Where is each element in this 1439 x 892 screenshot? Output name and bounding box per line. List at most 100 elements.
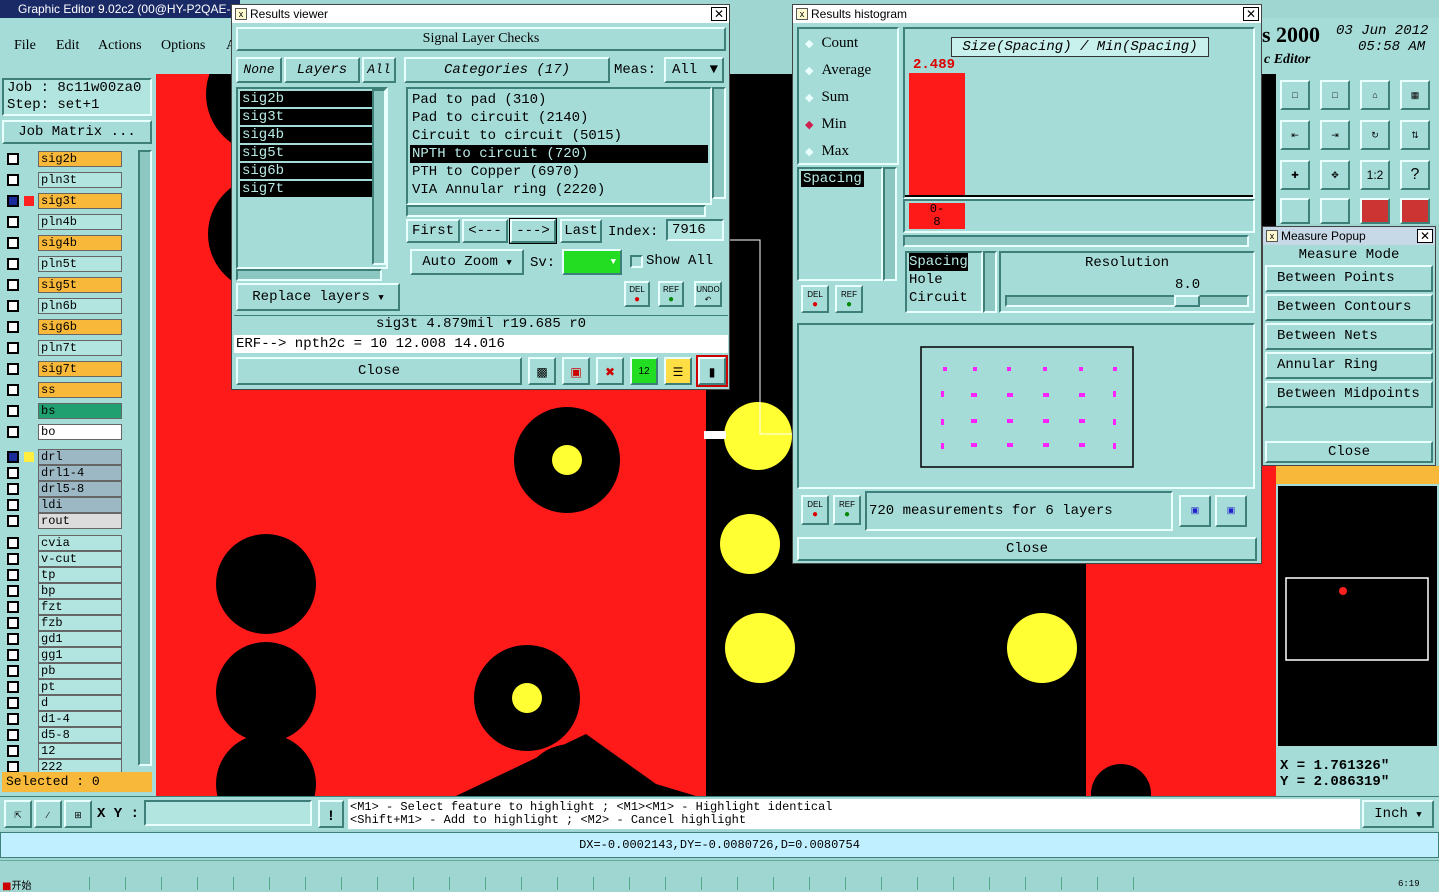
layer-checkbox[interactable] [7, 451, 19, 463]
layer-checkbox[interactable] [7, 713, 19, 725]
layer-row-sig4b[interactable]: sig4b [0, 234, 150, 252]
layer-checkbox[interactable] [7, 195, 19, 207]
toolbar-icon-8[interactable]: ⇅ [1400, 120, 1430, 150]
category-item[interactable]: VIA Annular ring (2220) [410, 181, 708, 199]
layer-name[interactable]: pln4b [38, 214, 122, 230]
hist-del-icon[interactable]: DEL ● [801, 285, 829, 313]
taskbar-app-icon[interactable] [852, 877, 882, 890]
measure-mode-between-contours[interactable]: Between Contours [1265, 294, 1433, 321]
measure-mode-between-midpoints[interactable]: Between Midpoints [1265, 381, 1433, 408]
layer-name[interactable]: d5-8 [38, 727, 122, 743]
resolution-slider[interactable] [1005, 295, 1249, 307]
category-item[interactable]: Pad to pad (310) [410, 91, 708, 109]
layer-checkbox[interactable] [7, 553, 19, 565]
last-button[interactable]: Last [560, 219, 602, 243]
hist-ref-icon[interactable]: REF ● [835, 285, 863, 313]
layer-name[interactable]: pb [38, 663, 122, 679]
toolbar-icon-7[interactable]: ↻ [1360, 120, 1390, 150]
taskbar-app-icon[interactable] [456, 877, 486, 890]
categories-button[interactable]: Categories (17) [404, 57, 610, 83]
scale-icon[interactable]: 12 [630, 357, 658, 385]
items-hscroll[interactable] [406, 205, 706, 217]
taskbar-app-icon[interactable] [924, 877, 954, 890]
taskbar-app-icon[interactable] [132, 877, 162, 890]
taskbar-app-icon[interactable] [1032, 877, 1062, 890]
measure-close-button[interactable]: Close [1265, 441, 1433, 463]
next-button[interactable]: ---> [509, 218, 557, 244]
erf-icon[interactable]: ✖ [596, 357, 624, 385]
layer-row-ss[interactable]: ss [0, 381, 150, 399]
histogram-bar[interactable] [909, 73, 965, 197]
layer-name[interactable]: pln5t [38, 256, 122, 272]
layer-checkbox[interactable] [7, 174, 19, 186]
units-select[interactable]: Inch ▼ [1362, 800, 1434, 828]
taskbar-app-icon[interactable] [564, 877, 594, 890]
scale-icon[interactable]: 1:2 [1360, 160, 1390, 190]
layer-name[interactable]: pln3t [38, 172, 122, 188]
board-preview[interactable] [797, 323, 1255, 489]
taskbar-app-icon[interactable] [384, 877, 414, 890]
export-icon-2[interactable]: ▣ [1215, 495, 1247, 527]
layer-name[interactable]: pt [38, 679, 122, 695]
radio-diamond-icon[interactable]: ◆ [805, 38, 813, 50]
measure-mode-between-points[interactable]: Between Points [1265, 265, 1433, 292]
report-icon[interactable]: ☰ [664, 357, 692, 385]
layer-name[interactable]: drl1-4 [38, 465, 122, 481]
first-button[interactable]: First [406, 219, 460, 243]
toolbar-icon-16[interactable] [1400, 198, 1430, 224]
toolbar-icon-6[interactable]: ⇥ [1320, 120, 1350, 150]
layer-list-vscroll[interactable] [372, 89, 386, 265]
stat-option-min[interactable]: ◆ Min [805, 116, 846, 134]
sv-color-select[interactable]: ▼ [562, 249, 622, 275]
layer-checkbox[interactable] [7, 745, 19, 757]
del-icon[interactable]: DEL ● [624, 281, 650, 307]
layer-checkbox[interactable] [7, 258, 19, 270]
toolbar-icon-1[interactable]: □ [1280, 80, 1310, 110]
auto-zoom-select[interactable]: Auto Zoom ▼ [410, 249, 524, 275]
toolbar-icon-5[interactable]: ⇤ [1280, 120, 1310, 150]
toolbar-icon-15[interactable] [1360, 198, 1390, 224]
layer-checkbox[interactable] [7, 569, 19, 581]
resolution-slider-thumb[interactable] [1174, 295, 1200, 307]
result-layer-item[interactable]: sig3t [240, 109, 380, 125]
undo-icon[interactable]: UNDO ↶ [694, 281, 722, 307]
layer-list-hscroll[interactable] [236, 269, 382, 281]
show-all-checkbox[interactable] [630, 255, 643, 268]
meas-select[interactable]: All ▼ [664, 57, 724, 83]
taskbar-app-icon[interactable] [168, 877, 198, 890]
category-item[interactable]: Circuit to circuit (5015) [410, 127, 708, 145]
layer-checkbox[interactable] [7, 321, 19, 333]
fit-icon[interactable]: ✚ [1280, 160, 1310, 190]
measure-list-1[interactable]: Spacing [797, 167, 883, 281]
bin-hscroll[interactable] [903, 235, 1249, 247]
layer-name[interactable]: sig2b [38, 151, 122, 167]
taskbar-app-icon[interactable] [276, 877, 306, 890]
measure-type-hole[interactable]: Hole [909, 271, 981, 289]
taskbar-app-icon[interactable] [312, 877, 342, 890]
layer-checkbox[interactable] [7, 363, 19, 375]
taskbar-app-icon[interactable] [744, 877, 774, 890]
layer-name[interactable]: sig4b [38, 235, 122, 251]
layer-checkbox[interactable] [7, 515, 19, 527]
stat-option-average[interactable]: ◆ Average [805, 62, 871, 80]
layer-name[interactable]: pln7t [38, 340, 122, 356]
layer-name[interactable]: d1-4 [38, 711, 122, 727]
close-icon[interactable]: ✕ [1243, 7, 1259, 21]
toolbar-icon-2[interactable]: □ [1320, 80, 1350, 110]
taskbar-app-icon[interactable] [816, 877, 846, 890]
measure-mode-between-nets[interactable]: Between Nets [1265, 323, 1433, 350]
menu-options[interactable]: Options [161, 38, 205, 54]
stat-option-count[interactable]: ◆ Count [805, 35, 858, 53]
layer-checkbox[interactable] [7, 237, 19, 249]
result-layer-item[interactable]: sig5t [240, 145, 380, 161]
layer-name[interactable]: v-cut [38, 551, 122, 567]
result-layer-item[interactable]: sig7t [240, 181, 380, 197]
items-vscroll[interactable] [712, 87, 726, 199]
radio-diamond-icon[interactable]: ◆ [805, 65, 813, 77]
layer-checkbox[interactable] [7, 467, 19, 479]
layer-row-pln6b[interactable]: pln6b [0, 297, 150, 315]
radio-diamond-icon[interactable]: ◆ [805, 119, 813, 131]
taskbar-app-icon[interactable] [600, 877, 630, 890]
layer-checkbox[interactable] [7, 633, 19, 645]
taskbar-app-icon[interactable] [960, 877, 990, 890]
